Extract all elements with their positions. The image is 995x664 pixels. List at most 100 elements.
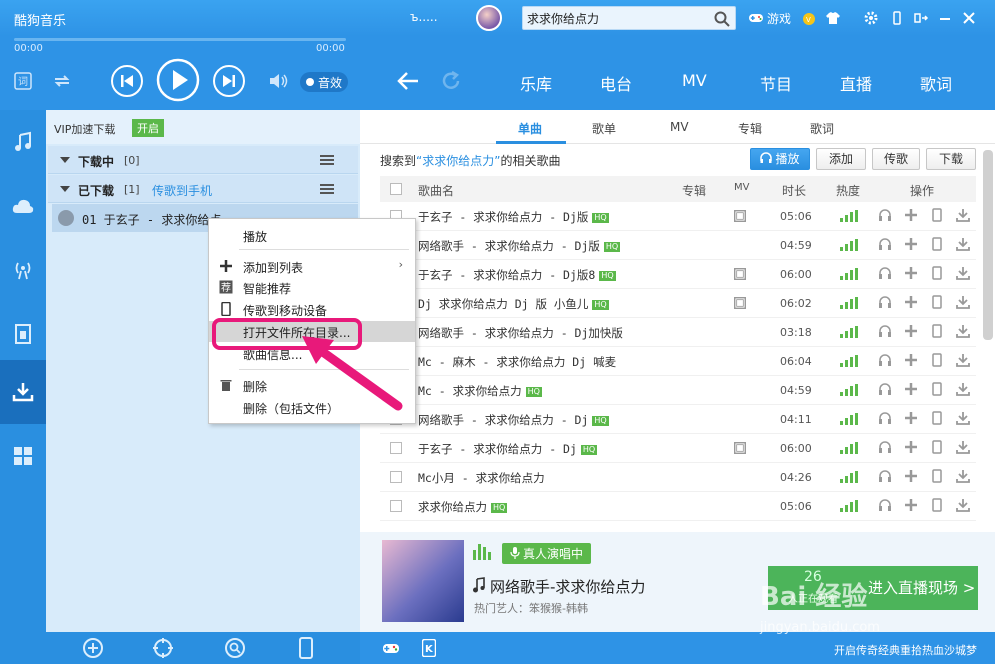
song-title[interactable]: 于玄子 - 求求你给点力 - Dj HQ xyxy=(418,441,598,457)
download-icon[interactable] xyxy=(956,469,970,483)
rail-item-apps[interactable] xyxy=(0,424,46,488)
repeat-icon[interactable] xyxy=(52,72,72,90)
download-icon[interactable] xyxy=(956,411,970,425)
play-circle-icon[interactable] xyxy=(58,210,74,226)
tab-albums[interactable]: 专辑 xyxy=(738,120,762,137)
table-row[interactable]: Mc - 麻木 - 求求你给点力 Dj 喊麦 06:04 xyxy=(380,347,976,376)
phone-icon[interactable] xyxy=(930,324,944,338)
table-row[interactable]: 网络歌手 - 求求你给点力 - Dj HQ 04:11 xyxy=(380,405,976,434)
minimize-icon[interactable] xyxy=(937,10,953,26)
download-icon[interactable] xyxy=(956,353,970,367)
headphones-icon[interactable] xyxy=(878,498,892,512)
select-all-checkbox[interactable] xyxy=(390,183,402,195)
phone-icon[interactable] xyxy=(930,237,944,251)
username[interactable]: ъ..... xyxy=(410,10,438,24)
mv-icon[interactable] xyxy=(734,210,746,222)
progress-bar[interactable] xyxy=(14,38,346,41)
headphones-icon[interactable] xyxy=(878,324,892,338)
phone-icon[interactable] xyxy=(930,498,944,512)
phone-icon[interactable] xyxy=(930,208,944,222)
lyrics-icon[interactable]: 词 xyxy=(14,72,32,90)
play-all-button[interactable]: 播放 xyxy=(750,148,810,170)
table-row[interactable]: 于玄子 - 求求你给点力 - Dj HQ 06:00 xyxy=(380,434,976,463)
plus-icon[interactable] xyxy=(904,237,918,251)
song-title[interactable]: 网络歌手 - 求求你给点力 - Dj加快版 xyxy=(418,325,623,341)
phone-icon[interactable] xyxy=(930,469,944,483)
send-to-phone-link[interactable]: 传歌到手机 xyxy=(152,182,212,199)
plus-icon[interactable] xyxy=(904,266,918,280)
song-title[interactable]: Dj 求求你给点力 Dj 版 小鱼儿 HQ xyxy=(418,296,609,312)
games-button[interactable]: 游戏 xyxy=(748,10,791,27)
phone-icon[interactable] xyxy=(296,636,316,660)
plus-icon[interactable] xyxy=(904,411,918,425)
vip-badge-icon[interactable]: V xyxy=(801,10,817,26)
table-row[interactable]: 网络歌手 - 求求你给点力 - Dj加快版 03:18 xyxy=(380,318,976,347)
group-downloading[interactable]: 下载中 [0] xyxy=(48,146,358,174)
download-icon[interactable] xyxy=(956,208,970,222)
rail-item-cloud[interactable] xyxy=(0,174,46,238)
plus-icon[interactable] xyxy=(904,295,918,309)
song-title[interactable]: 网络歌手 - 求求你给点力 - Dj HQ xyxy=(418,412,609,428)
table-row[interactable]: Dj 求求你给点力 Dj 版 小鱼儿 HQ 06:02 xyxy=(380,289,976,318)
promo-image[interactable] xyxy=(382,540,464,622)
phone-icon[interactable] xyxy=(930,440,944,454)
headphones-icon[interactable] xyxy=(878,237,892,251)
tab-lyrics[interactable]: 歌词 xyxy=(810,120,834,137)
table-row[interactable]: Mc小月 - 求求你给点力 04:26 xyxy=(380,463,976,492)
table-row[interactable]: 求求你给点力 HQ 05:06 xyxy=(380,492,976,521)
menu-item-send-to-device[interactable]: 传歌到移动设备 xyxy=(209,299,415,320)
volume-icon[interactable] xyxy=(268,72,290,90)
nav-item-programs[interactable]: 节目 xyxy=(760,71,792,95)
list-menu-icon[interactable] xyxy=(320,184,334,194)
download-icon[interactable] xyxy=(956,266,970,280)
row-checkbox[interactable] xyxy=(390,442,402,454)
next-icon[interactable] xyxy=(212,64,246,98)
song-title[interactable]: Mc小月 - 求求你给点力 xyxy=(418,470,545,486)
phone-icon[interactable] xyxy=(930,411,944,425)
headphones-icon[interactable] xyxy=(878,266,892,280)
add-button[interactable]: 添加 xyxy=(816,148,866,170)
song-title[interactable]: 网络歌手 - 求求你给点力 - Dj版 HQ xyxy=(418,238,621,254)
table-row[interactable]: 网络歌手 - 求求你给点力 - Dj版 HQ 04:59 xyxy=(380,231,976,260)
nav-item-lyrics[interactable]: 歌词 xyxy=(920,71,952,95)
phone-icon[interactable] xyxy=(930,266,944,280)
send-button[interactable]: 传歌 xyxy=(872,148,920,170)
play-icon[interactable] xyxy=(156,58,200,102)
plus-icon[interactable] xyxy=(904,440,918,454)
phone-icon[interactable] xyxy=(930,295,944,309)
gamepad-icon[interactable] xyxy=(382,640,400,656)
mobile-icon[interactable] xyxy=(889,10,905,26)
download-icon[interactable] xyxy=(956,324,970,338)
song-title[interactable]: 于玄子 - 求求你给点力 - Dj版8 HQ xyxy=(418,267,616,283)
rail-item-music[interactable] xyxy=(0,110,46,174)
search-list-icon[interactable] xyxy=(224,637,246,659)
song-title[interactable]: Mc - 求求你给点力 HQ xyxy=(418,383,542,399)
list-menu-icon[interactable] xyxy=(320,155,334,165)
download-icon[interactable] xyxy=(956,382,970,396)
avatar[interactable] xyxy=(476,5,502,31)
rail-item-radio[interactable] xyxy=(0,238,46,302)
headphones-icon[interactable] xyxy=(878,208,892,222)
sound-effect-button[interactable]: 音效 xyxy=(300,72,348,92)
mini-mode-icon[interactable] xyxy=(913,10,929,26)
download-button[interactable]: 下载 xyxy=(926,148,976,170)
song-title[interactable]: 于玄子 - 求求你给点力 - Dj版 HQ xyxy=(418,209,609,225)
nav-item-library[interactable]: 乐库 xyxy=(520,71,552,95)
locate-icon[interactable] xyxy=(152,637,174,659)
headphones-icon[interactable] xyxy=(878,440,892,454)
plus-icon[interactable] xyxy=(904,382,918,396)
table-row[interactable]: 于玄子 - 求求你给点力 - Dj版8 HQ 06:00 xyxy=(380,260,976,289)
row-checkbox[interactable] xyxy=(390,500,402,512)
k-app-icon[interactable]: K xyxy=(422,639,436,657)
table-row[interactable]: Mc - 求求你给点力 HQ 04:59 xyxy=(380,376,976,405)
row-checkbox[interactable] xyxy=(390,471,402,483)
group-downloaded[interactable]: 已下载 [1] 传歌到手机 xyxy=(48,175,358,203)
nav-item-radio[interactable]: 电台 xyxy=(600,71,632,95)
download-icon[interactable] xyxy=(956,237,970,251)
table-row[interactable]: 于玄子 - 求求你给点力 - Dj版 HQ 05:06 xyxy=(380,202,976,231)
download-icon[interactable] xyxy=(956,498,970,512)
close-icon[interactable] xyxy=(961,10,977,26)
settings-icon[interactable] xyxy=(863,10,879,26)
search-box[interactable] xyxy=(522,6,736,30)
menu-item-play[interactable]: 播放 xyxy=(209,225,415,246)
